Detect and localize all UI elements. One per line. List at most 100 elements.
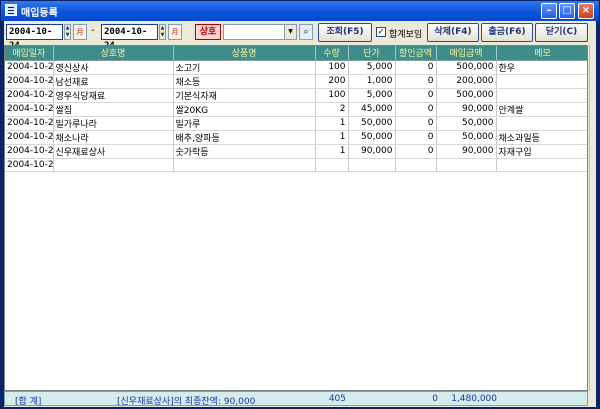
table-cell[interactable]: 0	[395, 88, 437, 103]
table-cell[interactable]: 90,000	[436, 102, 497, 117]
table-cell[interactable]: 200	[315, 74, 349, 89]
table-cell[interactable]: 소고기	[173, 60, 316, 75]
table-cell[interactable]	[496, 74, 587, 89]
column-header[interactable]: 상호명	[53, 46, 174, 61]
table-cell[interactable]: 90,000	[436, 144, 497, 159]
table-row[interactable]: 2004-10-24채소나라배추,양파등150,000050,000채소과일등	[5, 130, 587, 145]
show-total-checkbox[interactable]: ✓	[376, 27, 386, 37]
date-from-field[interactable]: 2004-10-24	[6, 24, 63, 51]
table-cell[interactable]: 50,000	[436, 116, 497, 131]
table-cell[interactable]: 0	[395, 116, 437, 131]
table-cell[interactable]: 1	[315, 116, 349, 131]
table-cell[interactable]: 기본식자재	[173, 88, 316, 103]
table-cell[interactable]: 1	[315, 144, 349, 159]
date-to-field[interactable]: 2004-10-24	[101, 24, 158, 51]
table-cell[interactable]: 남선재료	[53, 74, 174, 89]
table-cell[interactable]: 채소등	[173, 74, 316, 89]
table-cell[interactable]: 신우재료상사	[53, 144, 174, 159]
table-cell[interactable]: 50,000	[348, 116, 396, 131]
table-cell[interactable]: 50,000	[348, 130, 396, 145]
table-cell[interactable]: 채소과일등	[496, 130, 587, 145]
table-cell[interactable]: 2004-10-24	[5, 74, 54, 89]
close-button[interactable]: 닫기(C)	[535, 23, 588, 42]
table-row[interactable]: 2004-10-24	[5, 158, 587, 172]
table-row[interactable]: 2004-10-24남선재료채소등2001,0000200,000	[5, 74, 587, 89]
table-cell[interactable]: 2	[315, 102, 349, 117]
table-cell[interactable]: 0	[395, 130, 437, 145]
column-header[interactable]: 매입금액	[436, 46, 497, 61]
table-cell[interactable]: 100	[315, 60, 349, 75]
table-cell[interactable]: 5,000	[348, 60, 396, 75]
minimize-icon[interactable]: –	[541, 3, 557, 19]
table-cell[interactable]: 채소나라	[53, 130, 174, 145]
table-row[interactable]: 2004-10-24쌀집쌀20KG245,000090,000안계쌀	[5, 102, 587, 117]
table-cell[interactable]	[496, 88, 587, 103]
table-cell[interactable]	[395, 158, 437, 172]
purchase-grid[interactable]: 매입일자상호명상품명수량단가할인금액매입금액메모 2004-10-24영신상사소…	[4, 45, 588, 391]
table-cell[interactable]	[53, 158, 174, 172]
column-header[interactable]: 매입일자	[5, 46, 54, 61]
table-cell[interactable]: 5,000	[348, 88, 396, 103]
table-cell[interactable]: 2004-10-24	[5, 130, 54, 145]
column-header[interactable]: 단가	[348, 46, 396, 61]
date-to-spinner[interactable]: ▲ ▼	[159, 24, 166, 40]
table-cell[interactable]: 2004-10-24	[5, 144, 54, 159]
column-header[interactable]: 메모	[496, 46, 587, 61]
table-cell[interactable]: 밀가루나라	[53, 116, 174, 131]
payment-button[interactable]: 출금(F6)	[481, 23, 533, 42]
delete-button[interactable]: 삭제(F4)	[427, 23, 479, 42]
table-cell[interactable]	[496, 116, 587, 131]
table-cell[interactable]	[436, 158, 497, 172]
table-cell[interactable]: 2004-10-24	[5, 102, 54, 117]
table-cell[interactable]: 1,000	[348, 74, 396, 89]
table-row[interactable]: 2004-10-24영우식당재료기본식자재1005,0000500,000	[5, 88, 587, 103]
table-cell[interactable]: 쌀20KG	[173, 102, 316, 117]
table-row[interactable]: 2004-10-24영신상사소고기1005,0000500,000한우	[5, 60, 587, 75]
date-to-calendar-icon[interactable]: 月	[168, 24, 182, 40]
column-header[interactable]: 상품명	[173, 46, 316, 61]
table-cell[interactable]	[173, 158, 316, 172]
table-cell[interactable]	[315, 158, 349, 172]
table-cell[interactable]: 0	[395, 60, 437, 75]
table-cell[interactable]: 0	[395, 102, 437, 117]
table-cell[interactable]: 500,000	[436, 88, 497, 103]
table-cell[interactable]: 숫가락등	[173, 144, 316, 159]
table-cell[interactable]: 0	[395, 144, 437, 159]
close-icon[interactable]: ×	[578, 3, 594, 19]
date-from-calendar-icon[interactable]: 月	[73, 24, 87, 40]
table-cell[interactable]: 50,000	[436, 130, 497, 145]
vertical-scrollbar[interactable]	[589, 45, 596, 391]
date-from-spinner[interactable]: ▲ ▼	[64, 24, 71, 40]
table-cell[interactable]: 한우	[496, 60, 587, 75]
table-cell[interactable]: 2004-10-24	[5, 88, 54, 103]
table-cell[interactable]: 45,000	[348, 102, 396, 117]
maximize-icon[interactable]: □	[559, 3, 575, 19]
table-cell[interactable]: 2004-10-24	[5, 158, 54, 172]
table-cell[interactable]: 자재구입	[496, 144, 587, 159]
table-cell[interactable]: 쌀집	[53, 102, 174, 117]
table-cell[interactable]: 200,000	[436, 74, 497, 89]
table-cell[interactable]: 영우식당재료	[53, 88, 174, 103]
table-cell[interactable]: 안계쌀	[496, 102, 587, 117]
table-row[interactable]: 2004-10-24밀가루나라밀가루150,000050,000	[5, 116, 587, 131]
table-cell[interactable]: 1	[315, 130, 349, 145]
table-cell[interactable]: 90,000	[348, 144, 396, 159]
table-cell[interactable]: 2004-10-24	[5, 116, 54, 131]
chevron-down-icon[interactable]: ▼	[284, 25, 296, 39]
column-header[interactable]: 수량	[315, 46, 349, 61]
search-icon[interactable]: ⌕	[299, 24, 313, 40]
table-cell[interactable]: 영신상사	[53, 60, 174, 75]
table-cell[interactable]: 100	[315, 88, 349, 103]
table-cell[interactable]	[348, 158, 396, 172]
title-bar[interactable]: 매입등록 – □ ×	[1, 1, 599, 21]
table-cell[interactable]: 0	[395, 74, 437, 89]
table-cell[interactable]: 500,000	[436, 60, 497, 75]
table-cell[interactable]: 밀가루	[173, 116, 316, 131]
column-header[interactable]: 할인금액	[395, 46, 437, 61]
table-cell[interactable]: 배추,양파등	[173, 130, 316, 145]
table-cell[interactable]	[496, 158, 587, 172]
table-row[interactable]: 2004-10-24신우재료상사숫가락등190,000090,000자재구입	[5, 144, 587, 159]
table-cell[interactable]: 2004-10-24	[5, 60, 54, 75]
search-button[interactable]: 조회(F5)	[318, 23, 372, 42]
shop-combobox[interactable]: ▼	[223, 24, 297, 40]
